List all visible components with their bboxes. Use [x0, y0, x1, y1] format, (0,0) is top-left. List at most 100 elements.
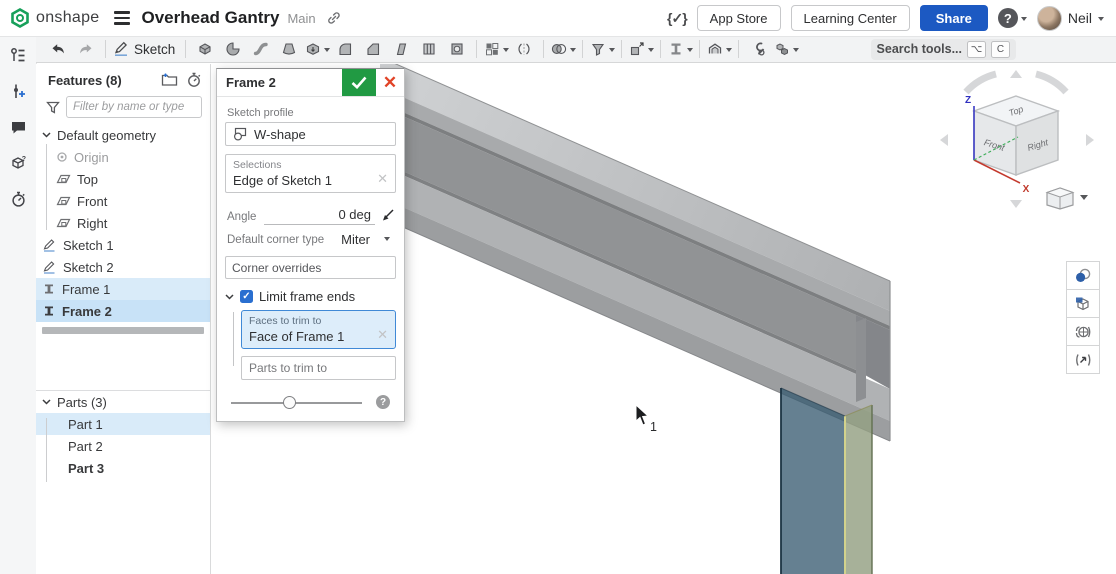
curvature-tab-button[interactable] [1066, 345, 1100, 374]
sketch-profile-field[interactable]: W-shape [225, 122, 396, 146]
featurescript-icon[interactable]: {✓} [667, 10, 687, 27]
filter-input[interactable] [66, 96, 202, 118]
chamfer-button[interactable] [359, 37, 387, 61]
boolean-button[interactable] [549, 37, 577, 61]
section-view-tab-button[interactable] [1066, 317, 1100, 346]
help-menu[interactable]: ? [998, 8, 1027, 28]
feature-row-sketch-1[interactable]: Sketch 1 [36, 234, 210, 256]
part-row-3[interactable]: Part 3 [36, 457, 210, 479]
appearances-tab-button[interactable] [1066, 261, 1100, 290]
feature-list-panel-button[interactable] [0, 42, 36, 68]
feature-row-frame-1[interactable]: Frame 1 [36, 278, 210, 300]
search-tools[interactable]: Search tools... ⌥ C [871, 39, 1016, 60]
limit-frame-ends-row[interactable]: Limit frame ends [225, 289, 396, 304]
rollback-bar[interactable] [42, 327, 204, 334]
share-button[interactable]: Share [920, 5, 988, 31]
performance-panel-button[interactable] [0, 186, 36, 212]
workspace-name[interactable]: Main [287, 11, 315, 26]
feature-row-right-plane[interactable]: Right [36, 212, 210, 234]
frame-button[interactable] [666, 37, 694, 61]
assembly-tools-button[interactable] [772, 37, 800, 61]
sheet-metal-button[interactable] [705, 37, 733, 61]
tree-guide-line [46, 418, 47, 482]
loft-button[interactable] [275, 37, 303, 61]
corner-overrides-field[interactable]: Corner overrides [225, 256, 396, 279]
part-row-1[interactable]: Part 1 [36, 413, 210, 435]
parts-group-row[interactable]: Parts (3) [36, 391, 210, 413]
check-icon [351, 76, 367, 89]
fillet-button[interactable] [331, 37, 359, 61]
clear-selection-icon[interactable]: ✕ [377, 171, 388, 187]
filter-icon[interactable] [46, 101, 60, 114]
clear-selection-icon[interactable]: ✕ [377, 327, 388, 343]
feature-label: Frame 1 [62, 282, 110, 297]
slider-track[interactable] [231, 402, 362, 404]
faces-to-trim-field[interactable]: Faces to trim to Face of Frame 1 ✕ [241, 310, 396, 349]
sketch-profile-value: W-shape [254, 127, 306, 142]
corner-type-select[interactable]: Miter [341, 232, 390, 247]
accept-button[interactable] [342, 69, 376, 96]
app-store-button[interactable]: App Store [697, 5, 781, 31]
comments-panel-button[interactable] [0, 114, 36, 140]
transform-button[interactable] [627, 37, 655, 61]
loft-icon [280, 40, 298, 58]
feature-row-frame-2[interactable]: Frame 2 [36, 300, 210, 322]
feature-label: Frame 2 [62, 304, 112, 319]
sweep-button[interactable] [247, 37, 275, 61]
view-cube[interactable]: Top Front Right Z X [940, 70, 1094, 208]
named-views-tab-button[interactable] [1066, 289, 1100, 318]
beam-model[interactable] [380, 64, 890, 441]
flip-direction-icon[interactable] [379, 207, 396, 224]
rib-button[interactable] [415, 37, 443, 61]
mirror-button[interactable] [510, 37, 538, 61]
tools-button[interactable] [744, 37, 772, 61]
dialog-help-icon[interactable]: ? [376, 395, 390, 409]
tree-guide-line [46, 144, 47, 230]
column-preview-model[interactable] [781, 388, 872, 574]
part-row-2[interactable]: Part 2 [36, 435, 210, 457]
fillet-icon [336, 40, 354, 58]
parts-to-trim-field[interactable]: Parts to trim to [241, 356, 396, 380]
model-help-panel-button[interactable]: ? [0, 150, 36, 176]
extrude-button[interactable] [191, 37, 219, 61]
shortcut-key-c: C [991, 41, 1010, 58]
feature-row-front-plane[interactable]: Front [36, 190, 210, 212]
undo-button[interactable] [44, 37, 72, 61]
linear-pattern-button[interactable] [482, 37, 510, 61]
cancel-button[interactable]: ✕ [376, 69, 404, 96]
feature-row-default-geometry[interactable]: Default geometry [36, 124, 210, 146]
feature-label: Top [77, 172, 98, 187]
redo-button[interactable] [72, 37, 100, 61]
revolve-button[interactable] [219, 37, 247, 61]
learning-center-button[interactable]: Learning Center [791, 5, 910, 31]
share-link-icon[interactable] [326, 10, 342, 26]
onshape-logo[interactable]: onshape [10, 8, 100, 28]
feature-row-origin[interactable]: Origin [36, 146, 210, 168]
angle-input[interactable]: 0 deg [264, 207, 375, 225]
selections-field[interactable]: Selections Edge of Sketch 1 ✕ [225, 154, 396, 193]
sketch-button[interactable]: Sketch [111, 37, 180, 61]
document-menu-icon[interactable] [114, 11, 130, 24]
feature-row-sketch-2[interactable]: Sketch 2 [36, 256, 210, 278]
slider-handle[interactable] [283, 396, 296, 409]
rollback-timer-icon[interactable] [186, 72, 202, 88]
chevron-down-icon [503, 48, 509, 55]
split-button[interactable] [588, 37, 616, 61]
frame-icon [667, 40, 685, 58]
chamfer-icon [364, 40, 382, 58]
draft-button[interactable] [387, 37, 415, 61]
limit-frame-ends-checkbox[interactable] [240, 290, 253, 303]
feature-list-icon [9, 46, 28, 65]
corner-type-value: Miter [341, 232, 370, 247]
shell-button[interactable] [443, 37, 471, 61]
feature-label: Origin [74, 150, 109, 165]
variables-panel-button[interactable] [0, 78, 36, 104]
chevron-down-icon [1021, 17, 1027, 24]
extrude-icon [196, 40, 214, 58]
user-menu[interactable]: Neil [1037, 6, 1104, 31]
thicken-button[interactable] [303, 37, 331, 61]
feature-row-top-plane[interactable]: Top [36, 168, 210, 190]
view-options-button[interactable] [1047, 188, 1088, 209]
redo-icon [77, 40, 95, 58]
new-folder-icon[interactable] [161, 72, 178, 87]
